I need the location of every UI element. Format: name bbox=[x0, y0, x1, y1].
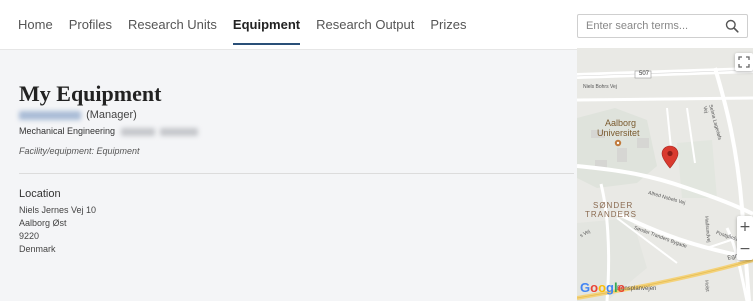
nav-item-equipment[interactable]: Equipment bbox=[232, 0, 301, 50]
map-fullscreen-button[interactable] bbox=[735, 53, 753, 71]
search-input[interactable] bbox=[578, 15, 718, 37]
nav-item-research-units[interactable]: Research Units bbox=[128, 0, 217, 50]
facility-type: Facility/equipment: Equipment bbox=[19, 146, 140, 156]
nav-item-research-output[interactable]: Research Output bbox=[316, 0, 414, 50]
search-box bbox=[577, 14, 748, 38]
page-title: My Equipment bbox=[19, 81, 162, 106]
map-label-street-top: Niels Bohrs Vej bbox=[583, 84, 617, 90]
equipment-details-panel: My Equipment (Manager) Mechanical Engine… bbox=[0, 50, 577, 301]
map-label-district-2: TRANDERS bbox=[585, 210, 638, 219]
address-street: Niels Jernes Vej 10 bbox=[19, 205, 97, 215]
department-line: Mechanical Engineering bbox=[19, 126, 199, 136]
zoom-in-button[interactable]: + bbox=[737, 216, 753, 238]
zoom-out-button[interactable]: − bbox=[737, 238, 753, 260]
google-logo: Google bbox=[580, 280, 625, 295]
section-divider bbox=[19, 173, 574, 174]
location-map[interactable]: 507 Niels Bohrs Vej Aalborg Universitet … bbox=[577, 48, 753, 301]
map-label-university-1: Aalborg bbox=[605, 118, 637, 128]
nav-item-prizes[interactable]: Prizes bbox=[430, 0, 466, 50]
redacted-org-unit-2 bbox=[160, 127, 199, 136]
address-postcode: 9220 bbox=[19, 231, 40, 241]
department-link[interactable]: Mechanical Engineering bbox=[19, 126, 115, 136]
location-heading: Location bbox=[19, 188, 61, 200]
map-label-district-1: SØNDER bbox=[593, 201, 634, 210]
manager-line: (Manager) bbox=[19, 109, 137, 121]
map-zoom-controls: + − bbox=[737, 216, 753, 260]
search-icon[interactable] bbox=[725, 19, 739, 33]
redacted-manager-name[interactable] bbox=[19, 110, 81, 120]
nav-item-profiles[interactable]: Profiles bbox=[69, 0, 112, 50]
address-country: Denmark bbox=[19, 244, 56, 254]
address-city: Aalborg Øst bbox=[19, 218, 67, 228]
main-nav: Home Profiles Research Units Equipment R… bbox=[18, 0, 483, 50]
top-navigation-bar: Home Profiles Research Units Equipment R… bbox=[0, 0, 753, 50]
manager-role: (Manager) bbox=[86, 109, 137, 121]
fullscreen-icon bbox=[738, 56, 750, 68]
map-road-number: 507 bbox=[639, 71, 650, 77]
redacted-org-unit bbox=[120, 127, 155, 136]
map-label-university-2: Universitet bbox=[597, 128, 640, 138]
map-label-holst: Holst bbox=[703, 280, 710, 292]
nav-item-home[interactable]: Home bbox=[18, 0, 53, 50]
